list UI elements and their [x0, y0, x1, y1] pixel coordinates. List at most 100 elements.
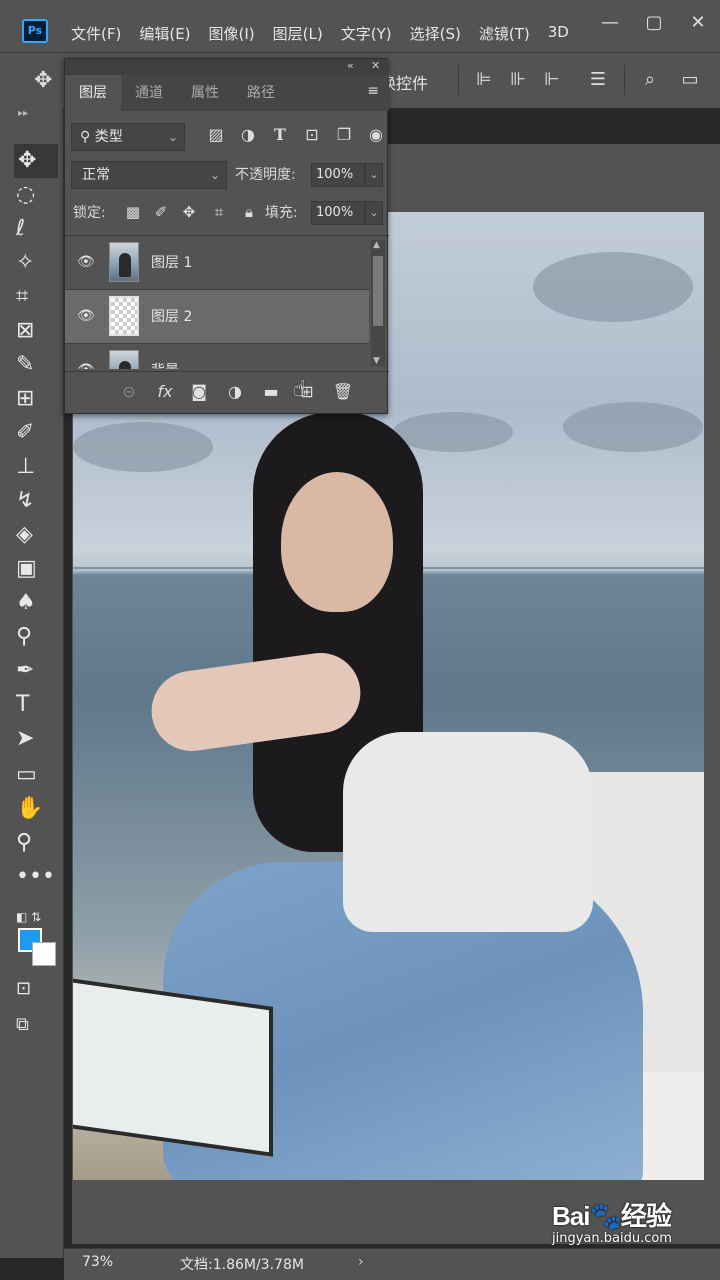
add-mask-icon[interactable]: ◙ [187, 382, 211, 401]
table [73, 977, 273, 1157]
more-tools-icon[interactable]: ••• [16, 860, 60, 894]
align-right-icon[interactable]: ⊩ [540, 67, 564, 93]
quick-mask-icon[interactable]: ⊡ [16, 972, 60, 1006]
search-icon: ⚲ [80, 129, 95, 145]
new-group-icon[interactable]: ▬ [259, 382, 283, 401]
blend-mode-select[interactable]: 正常 ⌄ [71, 161, 227, 189]
marquee-tool-icon[interactable]: ◌ [16, 178, 60, 212]
lock-transparent-icon[interactable]: ▩ [123, 203, 143, 221]
menu-3d[interactable]: 3D [539, 20, 578, 47]
tab-paths[interactable]: 路径 [233, 75, 289, 111]
rectangle-tool-icon[interactable]: ▭ [16, 758, 60, 792]
crop-tool-icon[interactable]: ⌗ [16, 280, 60, 314]
shape-filter-icon[interactable]: ⊡ [301, 125, 323, 144]
hand-tool-icon[interactable]: ✋ [16, 792, 60, 826]
smart-object-filter-icon[interactable]: ❐ [333, 125, 355, 144]
gradient-icon[interactable]: ▣ [16, 552, 60, 586]
frame-tool-icon[interactable]: ⊠ [16, 314, 60, 348]
pixel-filter-icon[interactable]: ▨ [205, 125, 227, 144]
lock-position-icon[interactable]: ✥ [179, 203, 199, 221]
layer-filter-select[interactable]: ⚲ 类型 ⌄ [71, 123, 185, 151]
stamp-tool-icon[interactable]: ⊥ [16, 450, 60, 484]
watermark-logo: Bai🐾经验 [552, 1201, 672, 1231]
menu-edit[interactable]: 编辑(E) [130, 20, 199, 47]
eraser-icon[interactable]: ◈ [16, 518, 60, 552]
scroll-up-icon[interactable]: ▲ [373, 240, 380, 250]
lock-label: 锁定: [73, 205, 106, 221]
scroll-down-icon[interactable]: ▼ [373, 356, 380, 366]
photoshop-logo: Ps [22, 19, 48, 43]
layer-style-fx-icon[interactable]: fx [153, 382, 177, 401]
type-tool-icon[interactable]: T [16, 688, 60, 722]
layer-name: 背景 [151, 360, 179, 369]
opacity-input[interactable]: 100% [311, 163, 365, 187]
delete-layer-icon[interactable]: 🗑︎ [331, 382, 355, 401]
screen-mode-icon[interactable]: ⧉ [16, 1008, 60, 1042]
eyedropper-icon[interactable]: ✎ [16, 348, 60, 382]
menu-file[interactable]: 文件(F) [62, 20, 130, 47]
minimize-button[interactable]: — [588, 6, 632, 40]
path-selection-icon[interactable]: ➤ [16, 722, 60, 756]
tab-layers[interactable]: 图层 [65, 75, 121, 111]
background-color-swatch[interactable] [32, 942, 56, 966]
close-button[interactable]: ✕ [676, 6, 720, 40]
pen-tool-icon[interactable]: ✒ [16, 654, 60, 688]
hand-cursor-icon: ☝ [293, 377, 307, 402]
layers-scrollbar[interactable]: ▲ ▼ [371, 240, 385, 366]
magic-wand-icon[interactable]: ✧ [16, 246, 60, 280]
history-brush-icon[interactable]: ↯ [16, 484, 60, 518]
zoom-tool-icon[interactable]: ⚲ [16, 826, 60, 860]
cloud [563, 402, 703, 452]
cloud [533, 252, 693, 322]
baidu-jingyan-watermark: Bai🐾经验 jingyan.baidu.com [552, 1196, 672, 1246]
menu-filter[interactable]: 滤镜(T) [470, 20, 539, 47]
layer-row[interactable]: 👁︎ 背景 [65, 344, 369, 369]
type-filter-icon[interactable]: T [269, 125, 291, 144]
layer-row[interactable]: 👁︎ 图层 1 [65, 236, 369, 290]
move-tool-icon[interactable]: ✥ [34, 68, 52, 93]
menu-layer[interactable]: 图层(L) [264, 20, 332, 47]
scrollbar-thumb[interactable] [373, 256, 383, 326]
lock-artboard-icon[interactable]: ⌗ [209, 203, 229, 221]
move-tool-icon[interactable]: ✥ [14, 144, 58, 178]
filter-toggle-icon[interactable]: ◉ [365, 125, 387, 144]
tab-channels[interactable]: 通道 [121, 75, 177, 111]
brush-tool-icon[interactable]: ✐ [16, 416, 60, 450]
align-left-icon[interactable]: ⊫ [472, 67, 496, 93]
collapse-icon[interactable]: ▸▸ [18, 108, 28, 119]
menu-type[interactable]: 文字(Y) [332, 20, 401, 47]
adjustment-filter-icon[interactable]: ◑ [237, 125, 259, 144]
visibility-eye-icon[interactable]: 👁︎ [77, 308, 95, 324]
visibility-eye-icon[interactable]: 👁︎ [77, 254, 95, 270]
tab-properties[interactable]: 属性 [177, 75, 233, 111]
maximize-button[interactable]: ▢ [632, 6, 676, 40]
adjustment-layer-icon[interactable]: ◑ [223, 382, 247, 401]
workspace-icon[interactable]: ▭ [678, 67, 702, 93]
blur-tool-icon[interactable]: ♠ [16, 586, 60, 620]
zoom-level[interactable]: 73% [82, 1254, 113, 1270]
lasso-tool-icon[interactable]: ℓ [16, 212, 60, 246]
align-center-icon[interactable]: ⊪ [506, 67, 530, 93]
divider [458, 65, 459, 95]
lock-all-icon[interactable]: 🔒︎ [239, 203, 259, 221]
fill-input[interactable]: 100% [311, 201, 365, 225]
opacity-dropdown-icon[interactable]: ⌄ [365, 163, 383, 187]
close-panel-icon[interactable]: ✕ [371, 59, 380, 72]
healing-brush-icon[interactable]: ⊞ [16, 382, 60, 416]
fill-dropdown-icon[interactable]: ⌄ [365, 201, 383, 225]
search-icon[interactable]: ⌕ [638, 67, 662, 93]
link-layers-icon[interactable]: ⊝ [117, 382, 141, 401]
fill-label: 填充: [265, 205, 298, 221]
watermark-url: jingyan.baidu.com [552, 1231, 672, 1246]
distribute-icon[interactable]: ☰ [586, 67, 610, 93]
status-bar: 73% 文档:1.86M/3.78M › [64, 1248, 720, 1280]
status-menu-icon[interactable]: › [358, 1254, 364, 1270]
lock-image-icon[interactable]: ✐ [151, 203, 171, 221]
collapse-panel-icon[interactable]: « [347, 59, 354, 72]
panel-menu-icon[interactable]: ≡ [367, 83, 379, 99]
visibility-eye-icon[interactable]: 👁︎ [77, 362, 95, 369]
dodge-tool-icon[interactable]: ⚲ [16, 620, 60, 654]
menu-select[interactable]: 选择(S) [401, 20, 470, 47]
layer-row[interactable]: 👁︎ 图层 2 [65, 290, 369, 344]
menu-image[interactable]: 图像(I) [200, 20, 264, 47]
